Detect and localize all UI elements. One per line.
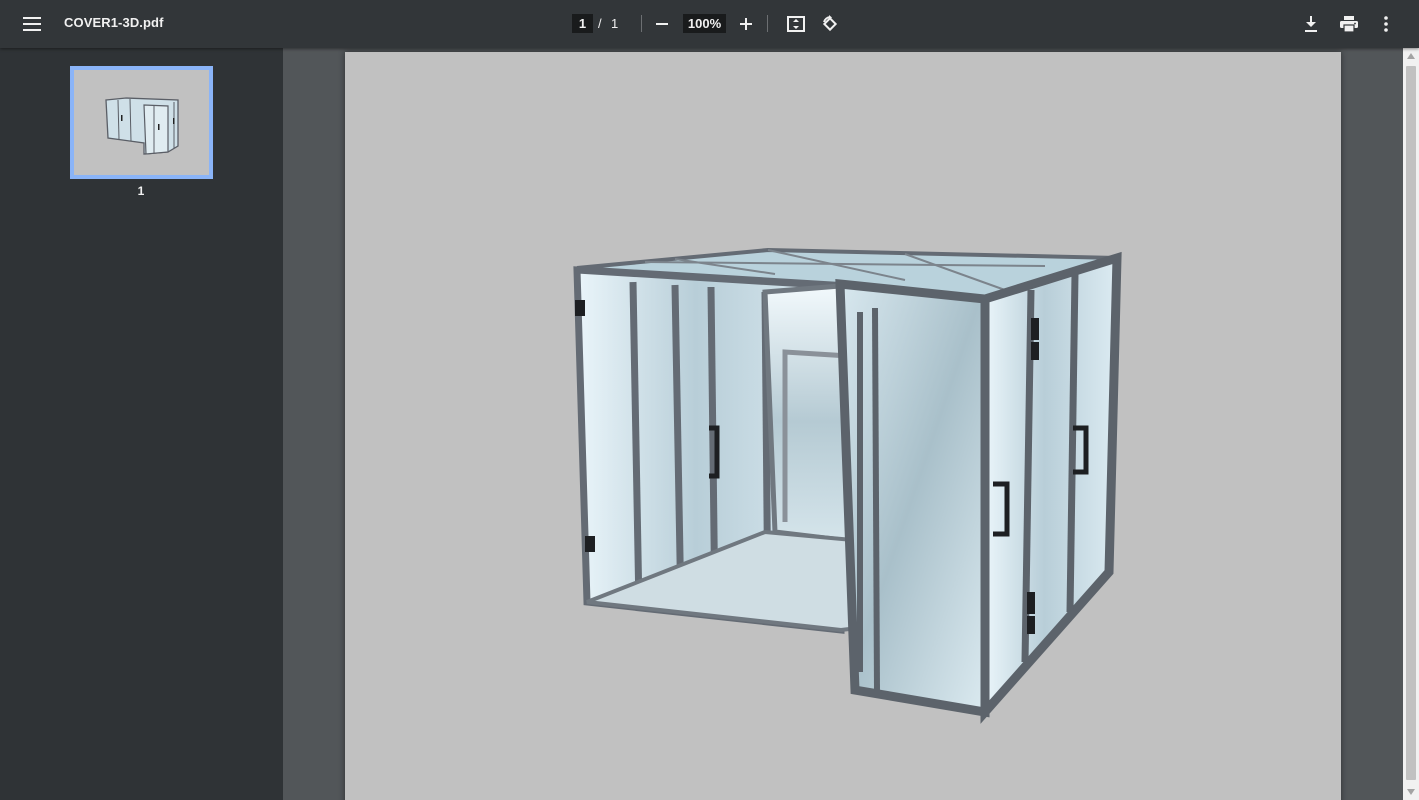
fit-to-page-icon	[787, 16, 805, 32]
total-pages: 1	[611, 16, 619, 31]
zoom-out-button[interactable]	[646, 8, 678, 40]
scrollbar-thumb[interactable]	[1406, 66, 1416, 780]
document-title: COVER1-3D.pdf	[64, 15, 164, 30]
glass-enclosure-rendering	[573, 247, 1122, 724]
minus-icon	[656, 23, 668, 25]
document-viewer[interactable]	[283, 48, 1403, 800]
page-thumbnail[interactable]	[70, 66, 213, 179]
more-vertical-icon	[1384, 16, 1388, 32]
toolbar-divider	[641, 15, 642, 32]
pdf-viewer-app: COVER1-3D.pdf 1 / 1 100% 1	[0, 0, 1419, 800]
toolbar: COVER1-3D.pdf 1 / 1 100%	[0, 0, 1419, 48]
menu-button[interactable]	[16, 8, 48, 40]
print-icon	[1340, 16, 1358, 32]
triangle-up-icon	[1407, 53, 1415, 59]
rotate-button[interactable]	[814, 8, 846, 40]
scroll-down-arrow[interactable]	[1403, 784, 1419, 800]
pdf-page	[345, 52, 1341, 800]
vertical-scrollbar[interactable]	[1403, 48, 1419, 800]
download-button[interactable]	[1295, 8, 1327, 40]
zoom-input[interactable]: 100%	[683, 14, 726, 33]
toolbar-divider	[767, 15, 768, 32]
triangle-down-icon	[1407, 789, 1415, 795]
zoom-in-button[interactable]	[730, 8, 762, 40]
rotate-counterclockwise-icon	[822, 15, 838, 32]
more-options-button[interactable]	[1370, 8, 1402, 40]
page-number-input[interactable]: 1	[572, 14, 593, 33]
print-button[interactable]	[1333, 8, 1365, 40]
page-separator: /	[598, 16, 602, 31]
fit-to-page-button[interactable]	[780, 8, 812, 40]
hamburger-menu-icon	[23, 17, 41, 31]
download-icon	[1305, 16, 1317, 32]
plus-icon	[740, 18, 752, 30]
scroll-up-arrow[interactable]	[1403, 48, 1419, 64]
thumbnail-sidebar: 1	[0, 48, 283, 800]
thumbnail-page-label: 1	[137, 184, 145, 198]
thumbnail-preview-image	[74, 70, 209, 175]
